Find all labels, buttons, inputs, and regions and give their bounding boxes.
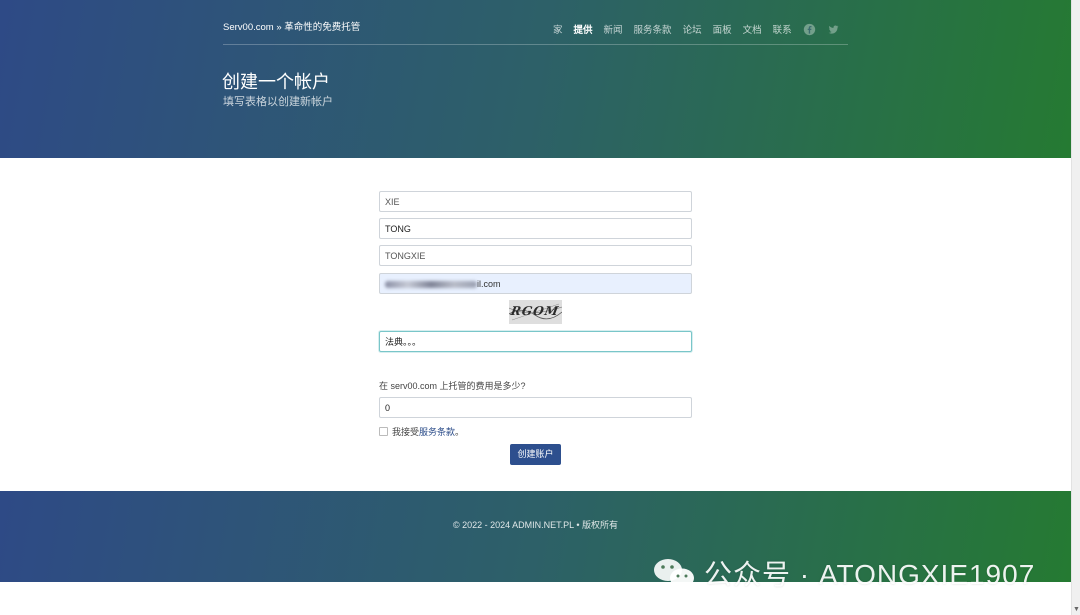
nav-item-terms[interactable]: 服务条款 [634,22,672,36]
header-hero: Serv00.com » 革命性的免费托管 家 提供 新闻 服务条款 论坛 面板… [0,0,1071,158]
captcha-text: RGOM [509,304,561,318]
page-subtitle: 填写表格以创建新帐户 [223,96,333,108]
nav-item-contact[interactable]: 联系 [773,22,792,36]
nav-item-panel[interactable]: 面板 [713,22,732,36]
nav-item-forum[interactable]: 论坛 [683,22,702,36]
watermark-text: 公众号 · ATONGXIE1907 [704,559,1036,590]
footer-copyright: © 2022 - 2024 ADMIN.NET.PL • 版权所有 [452,520,618,530]
nav-item-home[interactable]: 家 [553,22,563,36]
page-title: 创建一个帐户 [222,72,330,92]
nav-item-docs[interactable]: 文档 [743,22,762,36]
username-field[interactable]: TONGXIE [379,245,692,266]
email-field[interactable]: il.com [379,273,692,294]
create-account-button[interactable]: 创建账户 [510,444,561,465]
page: Serv00.com » 革命性的免费托管 家 提供 新闻 服务条款 论坛 面板… [0,0,1071,615]
terms-row: 我接受 服务条款。 [379,425,464,438]
facebook-icon[interactable] [803,23,816,36]
hosting-cost-answer[interactable]: 0 [379,397,692,418]
last-name-field[interactable]: TONG [379,218,692,239]
vertical-scrollbar[interactable]: ▼ [1071,0,1080,615]
wechat-icon [654,559,694,588]
nav-item-offer[interactable]: 提供 [574,22,593,36]
scroll-down-icon[interactable]: ▼ [1073,606,1080,613]
email-suffix: il.com [477,279,501,289]
terms-checkbox[interactable] [379,427,388,436]
header-divider [223,44,848,45]
terms-label-suffix: 。 [455,427,465,437]
terms-link[interactable]: 服务条款 [419,425,455,438]
hosting-cost-question: 在 serv00.com 上托管的费用是多少? [379,381,526,391]
redacted-email-blur [385,281,477,289]
captcha-image: RGOM [509,300,562,324]
nav-item-news[interactable]: 新闻 [604,22,623,36]
first-name-field[interactable]: XIE [379,191,692,212]
brand-link[interactable]: Serv00.com » 革命性的免费托管 [223,19,360,33]
main-nav: 家 提供 新闻 服务条款 论坛 面板 文档 联系 [553,22,840,36]
watermark: 公众号 · ATONGXIE1907 [652,553,1035,593]
twitter-icon[interactable] [827,23,840,36]
terms-label-prefix: 我接受 [392,427,420,437]
captcha-input[interactable]: 法典。。。 [379,331,692,352]
